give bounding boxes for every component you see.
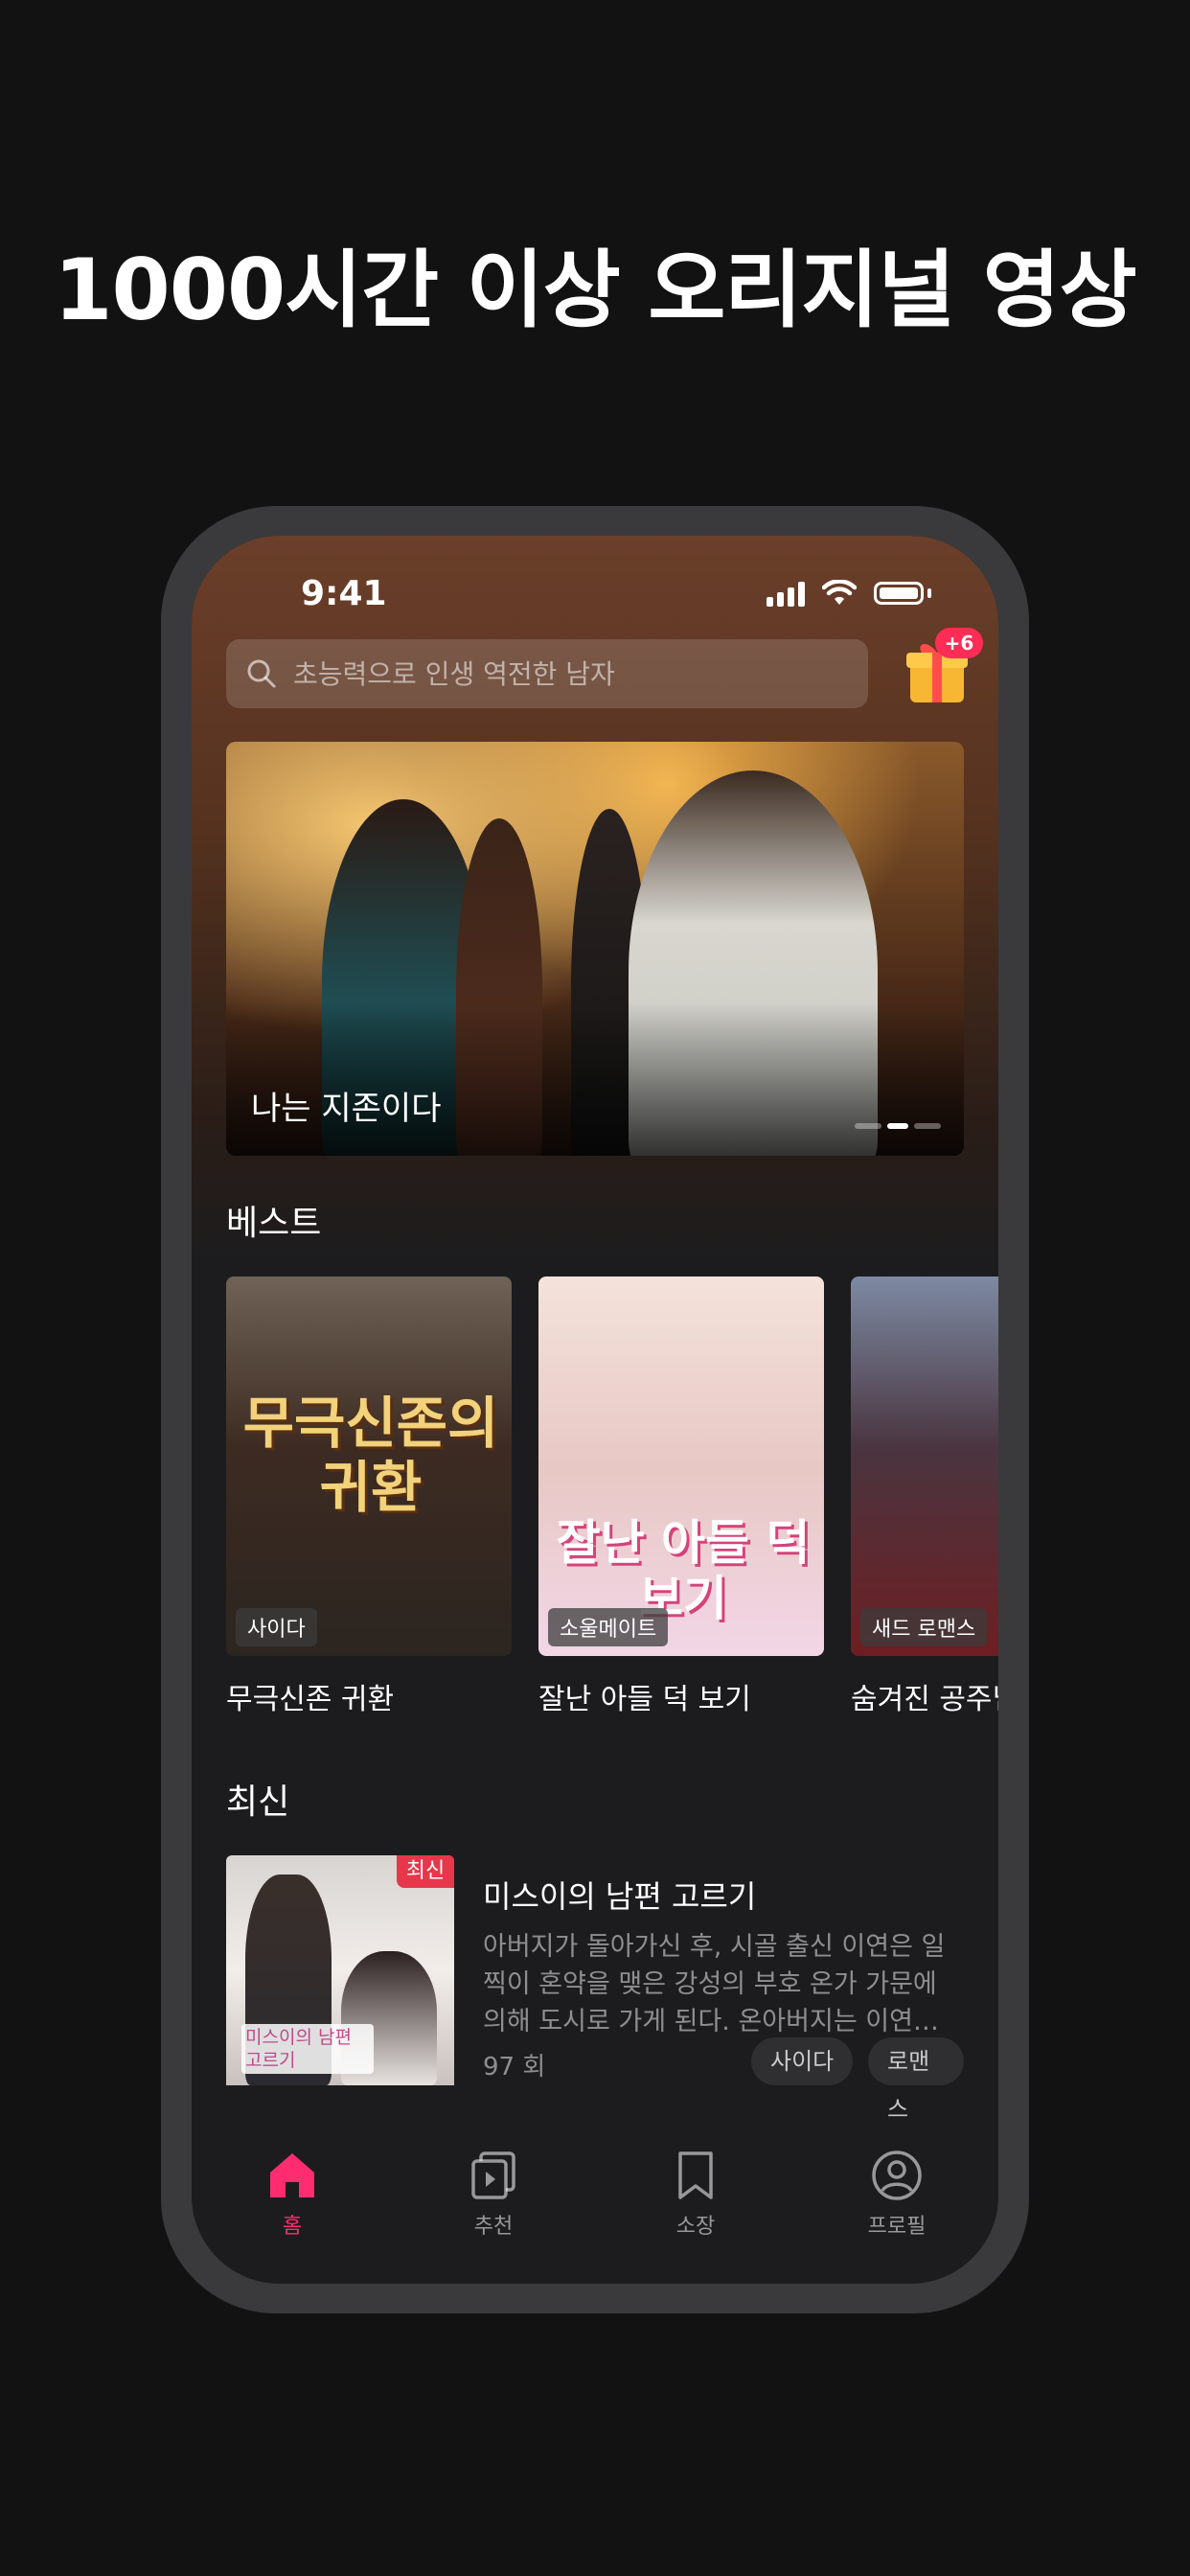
battery-tip xyxy=(927,588,931,598)
gift-count-badge: +6 xyxy=(935,628,983,658)
status-time: 9:41 xyxy=(301,574,387,613)
card-title: 숨겨진 공주님 xyxy=(851,1683,998,1716)
app-screen: 9:41 +6 xyxy=(192,536,998,2284)
profile-icon xyxy=(872,2150,922,2200)
search-bar[interactable] xyxy=(226,639,868,708)
poster-image: 무극신존의 귀환 사이다 xyxy=(226,1276,512,1656)
tab-label: 홈 xyxy=(282,2215,303,2239)
featured-banner[interactable]: 나는 지존이다 xyxy=(226,742,964,1156)
banner-pagination xyxy=(855,1123,941,1129)
latest-poster-title-art: 미스이의 남편 고르기 xyxy=(241,2024,374,2074)
tab-profile[interactable]: 프로필 xyxy=(839,2148,954,2240)
tab-home[interactable]: 홈 xyxy=(235,2148,350,2240)
best-card[interactable]: 잘난 아들 덕 보기 소울메이트 잘난 아들 덕 보기 xyxy=(538,1276,824,1717)
poster-title-art: 무극신존의 귀환 xyxy=(242,1391,499,1520)
episode-count: 97 회 xyxy=(483,2053,546,2082)
new-badge: 최신 xyxy=(397,1855,454,1888)
battery-icon xyxy=(874,582,924,605)
poster-image: 새드 로맨스 xyxy=(851,1276,998,1656)
play-cards-icon xyxy=(471,2151,515,2199)
section-title-latest: 최신 xyxy=(226,1782,290,1822)
banner-title: 나는 지존이다 xyxy=(251,1090,442,1128)
wifi-icon xyxy=(822,580,857,605)
section-title-best: 베스트 xyxy=(226,1204,322,1243)
card-title: 잘난 아들 덕 보기 xyxy=(538,1683,751,1716)
best-carousel[interactable]: 무극신존의 귀환 사이다 무극신존 귀환 잘난 아들 덕 보기 소울메이트 잘난… xyxy=(226,1276,998,1716)
tab-label: 소장 xyxy=(675,2215,716,2239)
bookmark-icon xyxy=(678,2151,713,2199)
latest-description: 아버지가 돌아가신 후, 시골 출신 이연은 일찍이 혼약을 맺은 강성의 부호… xyxy=(483,1932,946,2036)
latest-poster-image: 미스이의 남편 고르기 xyxy=(226,1855,454,2085)
tab-collection[interactable]: 소장 xyxy=(638,2148,753,2240)
poster-image: 잘난 아들 덕 보기 소울메이트 xyxy=(538,1276,824,1656)
cellular-signal-icon xyxy=(767,580,805,607)
status-icons xyxy=(767,580,931,607)
genre-chip[interactable]: 로맨스 xyxy=(868,2037,964,2123)
genre-chip[interactable]: 사이다 xyxy=(751,2037,854,2085)
genre-tag: 사이다 xyxy=(236,1608,317,1646)
latest-title: 미스이의 남편 고르기 xyxy=(483,1878,757,1915)
genre-tag: 소울메이트 xyxy=(548,1608,669,1646)
home-icon xyxy=(270,2153,314,2197)
latest-item[interactable]: 미스이의 남편 고르기 최신 미스이의 남편 고르기 아버지가 돌아가신 후, … xyxy=(226,1855,964,2123)
promo-headline: 1000시간 이상 오리지널 영상 xyxy=(54,241,1136,339)
genre-tag: 새드 로맨스 xyxy=(860,1608,988,1646)
banner-shade xyxy=(226,1002,964,1156)
tab-label: 프로필 xyxy=(867,2215,927,2239)
tab-recommend[interactable]: 추천 xyxy=(436,2148,551,2240)
tab-label: 추천 xyxy=(473,2215,514,2239)
best-card[interactable]: 새드 로맨스 숨겨진 공주님 xyxy=(851,1276,998,1717)
search-input[interactable] xyxy=(291,656,868,691)
status-bar: 9:41 xyxy=(192,574,998,622)
search-icon xyxy=(247,659,276,688)
best-card[interactable]: 무극신존의 귀환 사이다 무극신존 귀환 xyxy=(226,1276,512,1717)
card-title: 무극신존 귀환 xyxy=(226,1683,395,1716)
bottom-tab-bar: 홈 추천 소장 프로필 xyxy=(192,2128,998,2284)
